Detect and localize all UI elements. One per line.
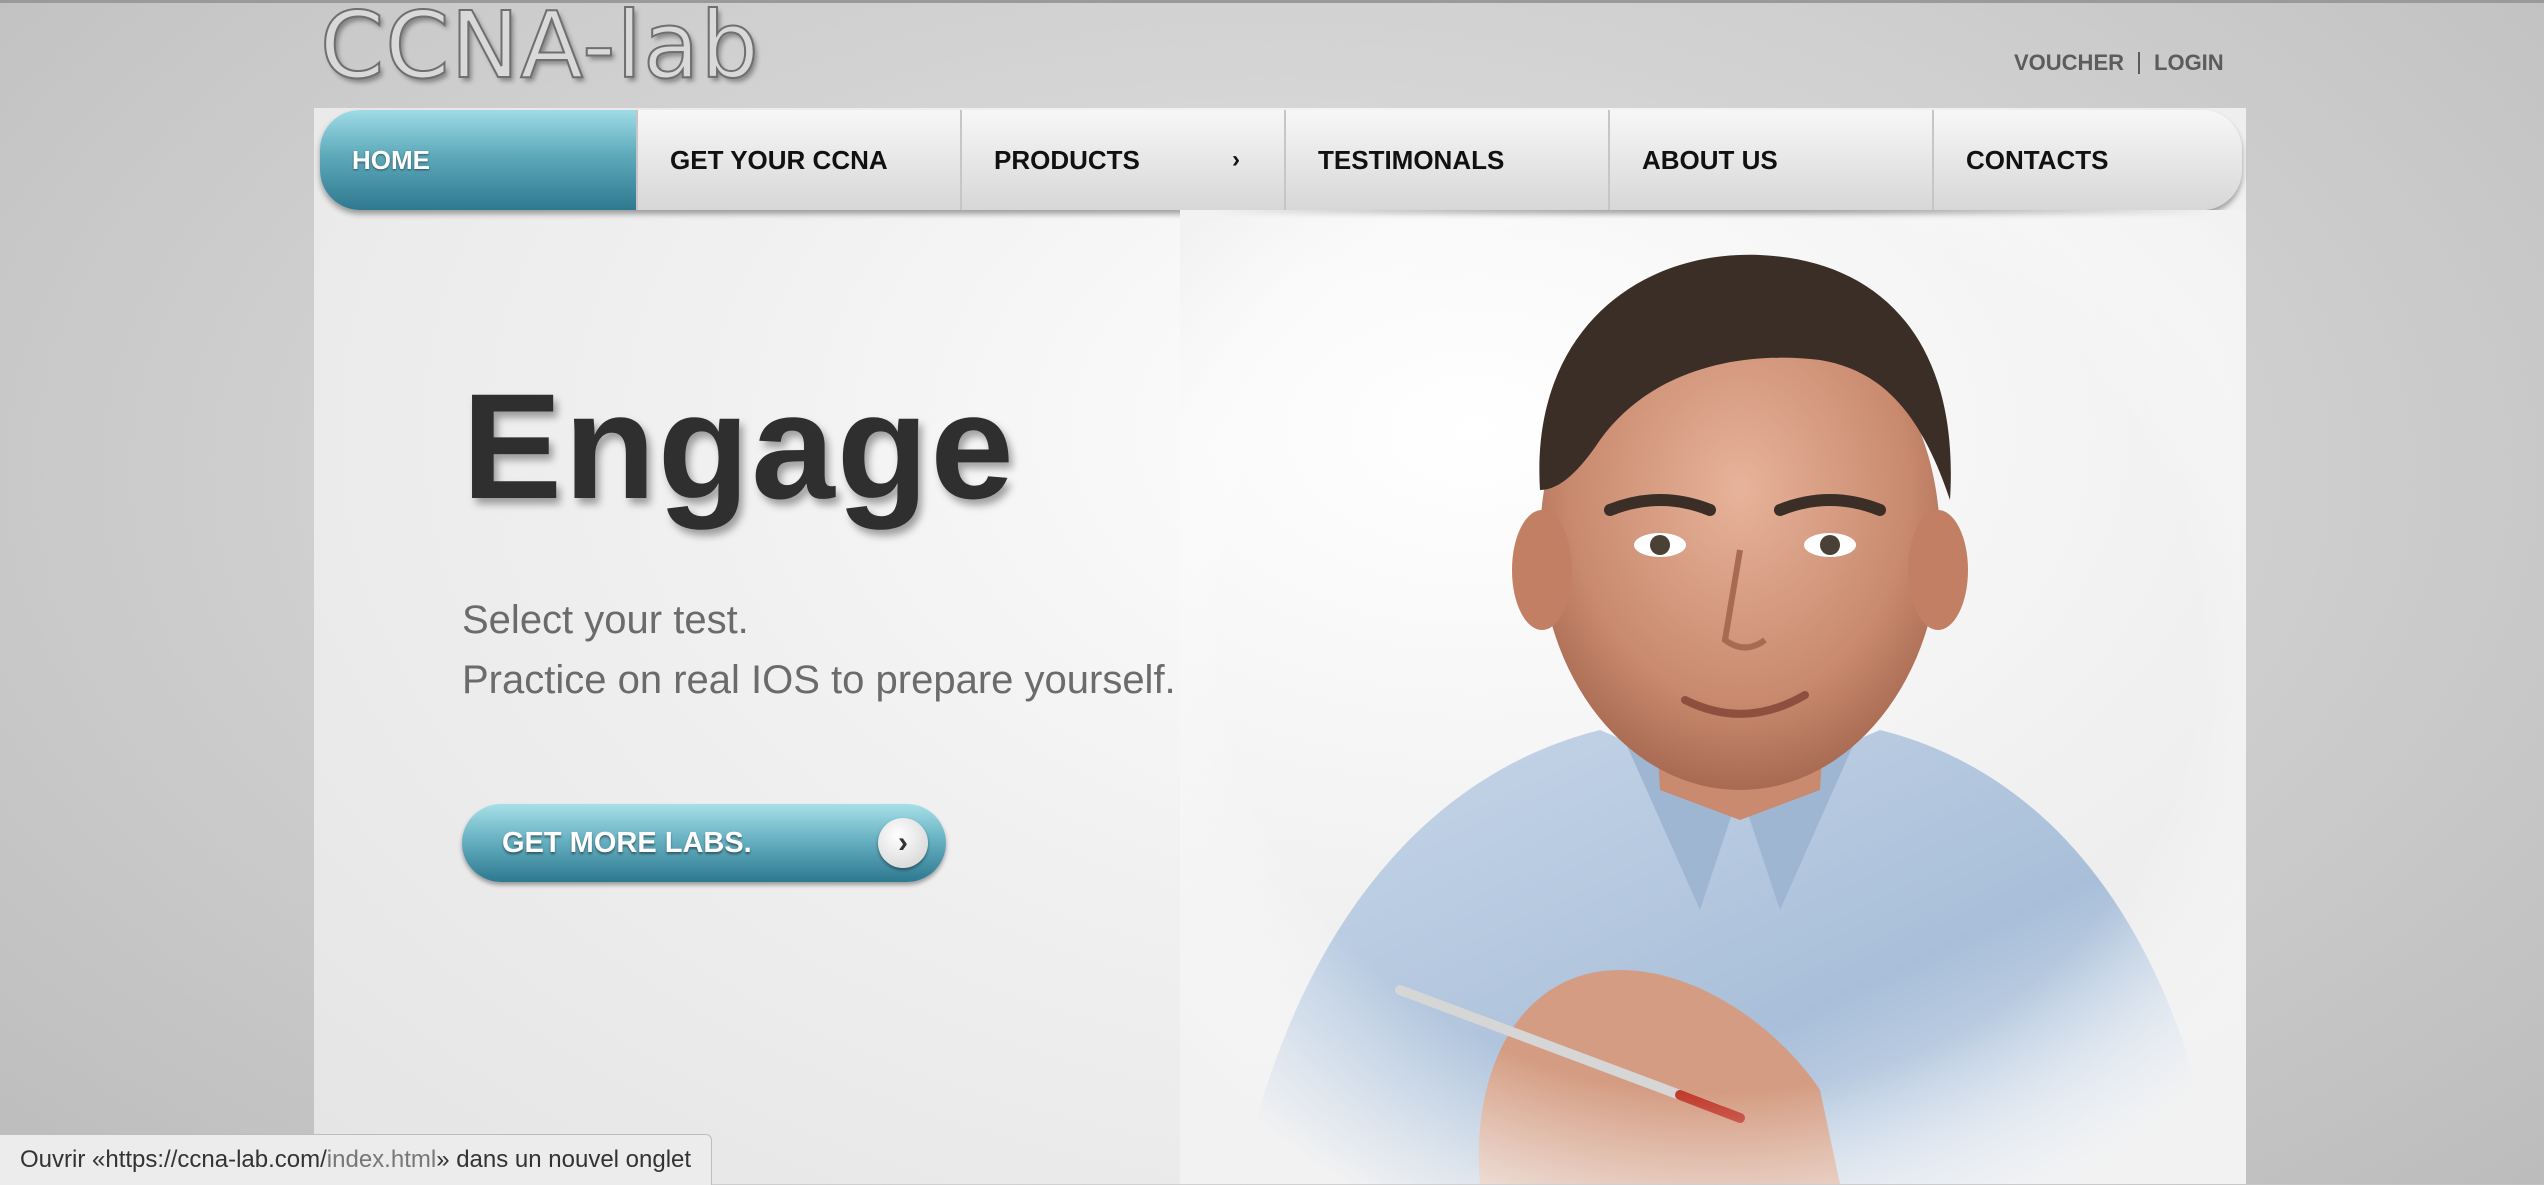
chevron-right-icon: › — [1232, 146, 1240, 173]
nav-item-testimonals[interactable]: TESTIMONALS — [1286, 110, 1610, 210]
status-suffix: » dans un nouvel onglet — [436, 1146, 692, 1173]
get-more-labs-button[interactable]: GET MORE LABS. › — [462, 804, 946, 882]
status-prefix: Ouvrir « — [20, 1146, 106, 1173]
nav-item-label: TESTIMONALS — [1318, 144, 1505, 175]
nav-item-label: PRODUCTS — [994, 144, 1140, 175]
link-separator — [2138, 52, 2141, 74]
voucher-link[interactable]: VOUCHER — [2014, 50, 2124, 76]
nav-item-about-us[interactable]: ABOUT US — [1610, 110, 1934, 210]
nav-item-label: ABOUT US — [1642, 144, 1778, 175]
nav-item-contacts[interactable]: CONTACTS — [1934, 110, 2242, 210]
nav-item-label: CONTACTS — [1966, 144, 2109, 175]
status-url-path: index.html — [326, 1146, 437, 1173]
hero-portrait-image — [1180, 210, 2246, 1184]
status-url-host: https://ccna-lab.com/ — [105, 1146, 327, 1173]
site-logo[interactable]: CCNA-lab — [319, 0, 760, 100]
main-nav: HOME GET YOUR CCNA PRODUCTS › TESTIMONAL… — [320, 110, 2242, 210]
nav-item-home[interactable]: HOME — [320, 110, 638, 210]
hero-subtitle-line-2: Practice on real IOS to prepare yourself… — [462, 658, 1176, 702]
hero-title: Engage — [462, 362, 1016, 530]
hero-subtitle-line-1: Select your test. — [462, 598, 749, 642]
top-links: VOUCHER LOGIN — [2014, 50, 2224, 76]
nav-item-products[interactable]: PRODUCTS › — [962, 110, 1286, 210]
cta-label: GET MORE LABS. — [502, 826, 752, 859]
nav-item-get-your-ccna[interactable]: GET YOUR CCNA — [638, 110, 962, 210]
nav-item-label: HOME — [352, 144, 430, 175]
chevron-right-icon: › — [878, 818, 928, 868]
browser-status-bar: Ouvrir « https://ccna-lab.com/ index.htm… — [0, 1134, 713, 1185]
nav-item-label: GET YOUR CCNA — [670, 144, 888, 175]
login-link[interactable]: LOGIN — [2154, 50, 2224, 76]
